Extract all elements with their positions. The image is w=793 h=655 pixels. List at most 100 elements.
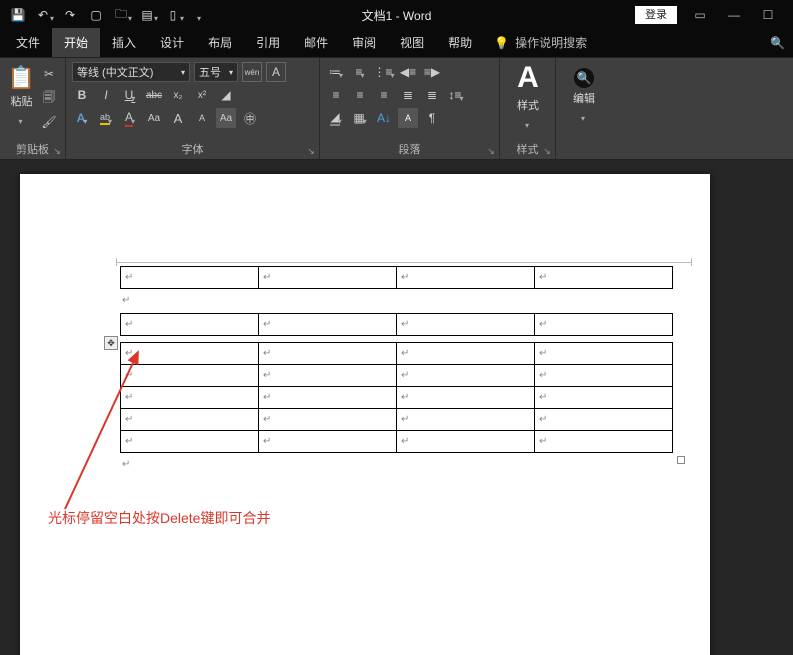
- table-cell[interactable]: ↵: [121, 387, 259, 409]
- ribbon-options-button[interactable]: ▭: [683, 3, 717, 27]
- open-button[interactable]: 🗀▾: [110, 3, 134, 27]
- table-cell[interactable]: ↵: [259, 365, 397, 387]
- show-marks-button[interactable]: ¶: [422, 108, 442, 128]
- char-shading-button[interactable]: Aa: [216, 108, 236, 128]
- redo-button[interactable]: ↷: [58, 3, 82, 27]
- table-row[interactable]: ↵↵↵↵: [121, 365, 673, 387]
- phonetic-guide-button[interactable]: wén: [242, 62, 262, 82]
- table-cell[interactable]: ↵: [535, 343, 673, 365]
- clear-formatting-button[interactable]: ◢: [216, 85, 236, 105]
- copy-button[interactable]: 🗐: [39, 88, 59, 108]
- touch-mode-button[interactable]: ▤▾: [136, 3, 160, 27]
- distribute-button[interactable]: ≣: [422, 85, 442, 105]
- table-cell[interactable]: ↵: [535, 431, 673, 453]
- table-resize-handle[interactable]: [677, 456, 685, 464]
- decrease-indent-button[interactable]: ◀≡: [398, 62, 418, 82]
- table-cell[interactable]: ↵: [397, 387, 535, 409]
- table-cell[interactable]: ↵: [259, 314, 397, 336]
- underline-button[interactable]: U▾: [120, 85, 140, 105]
- font-launcher[interactable]: ↘: [305, 145, 317, 157]
- align-right-button[interactable]: ≡: [374, 85, 394, 105]
- table-cell[interactable]: ↵: [259, 267, 397, 289]
- table-1[interactable]: ↵ ↵ ↵ ↵: [120, 266, 673, 289]
- line-spacing-button[interactable]: ↕≡▾: [446, 85, 466, 105]
- superscript-button[interactable]: x²: [192, 85, 212, 105]
- table-cell[interactable]: ↵: [535, 365, 673, 387]
- tab-help[interactable]: 帮助: [436, 28, 484, 57]
- minimize-button[interactable]: —: [717, 3, 751, 27]
- login-button[interactable]: 登录: [635, 6, 677, 24]
- table-cell[interactable]: ↵: [259, 409, 397, 431]
- change-case-button[interactable]: Aa: [144, 108, 164, 128]
- table-row[interactable]: ↵↵↵↵: [121, 431, 673, 453]
- tab-file[interactable]: 文件: [4, 28, 52, 57]
- shrink-font-button[interactable]: A: [192, 108, 212, 128]
- print-button[interactable]: ▯▾: [162, 3, 186, 27]
- tab-review[interactable]: 审阅: [340, 28, 388, 57]
- table-3[interactable]: ↵↵↵↵ ↵↵↵↵ ↵↵↵↵ ↵↵↵↵ ↵↵↵↵: [120, 342, 673, 453]
- paragraph-mark[interactable]: ↵: [120, 459, 673, 477]
- table-move-handle[interactable]: ✥: [104, 336, 118, 350]
- table-2[interactable]: ↵ ↵ ↵ ↵: [120, 313, 673, 336]
- save-button[interactable]: 💾: [6, 3, 30, 27]
- grow-font-button[interactable]: A: [168, 108, 188, 128]
- maximize-button[interactable]: ☐: [751, 3, 785, 27]
- undo-button[interactable]: ↶▾: [32, 3, 56, 27]
- table-cell[interactable]: ↵: [397, 314, 535, 336]
- table-cell[interactable]: ↵: [121, 431, 259, 453]
- editing-button[interactable]: 🔍 编辑 ▾: [562, 62, 606, 128]
- align-left-button[interactable]: ≡: [326, 85, 346, 105]
- table-cell[interactable]: ↵: [121, 365, 259, 387]
- char-border-button[interactable]: A: [266, 62, 286, 82]
- search-button[interactable]: 🔍: [770, 36, 785, 50]
- table-cell[interactable]: ↵: [121, 314, 259, 336]
- styles-button[interactable]: A 样式 ▾: [506, 62, 550, 128]
- text-effects-button[interactable]: A▾: [72, 108, 92, 128]
- enclose-char-button[interactable]: ㊥: [240, 108, 260, 128]
- page[interactable]: ↵ ↵ ↵ ↵ ↵ ↵ ↵ ↵ ↵ ✥ ↵↵↵↵: [20, 174, 710, 655]
- subscript-button[interactable]: x₂: [168, 85, 188, 105]
- table-row[interactable]: ↵↵↵↵: [121, 387, 673, 409]
- align-center-button[interactable]: ≡: [350, 85, 370, 105]
- shading-button[interactable]: ◢▾: [326, 108, 346, 128]
- increase-indent-button[interactable]: ≡▶: [422, 62, 442, 82]
- table-cell[interactable]: ↵: [397, 343, 535, 365]
- table-cell[interactable]: ↵: [535, 267, 673, 289]
- tab-layout[interactable]: 布局: [196, 28, 244, 57]
- table-cell[interactable]: ↵: [259, 343, 397, 365]
- paste-button[interactable]: 📋 粘贴 ▾: [6, 62, 37, 128]
- table-cell[interactable]: ↵: [121, 343, 259, 365]
- tab-design[interactable]: 设计: [148, 28, 196, 57]
- table-row[interactable]: ↵ ↵ ↵ ↵: [121, 314, 673, 336]
- paragraph-launcher[interactable]: ↘: [485, 145, 497, 157]
- table-cell[interactable]: ↵: [397, 365, 535, 387]
- new-button[interactable]: ▢: [84, 3, 108, 27]
- numbering-button[interactable]: ≡▾: [350, 62, 370, 82]
- table-cell[interactable]: ↵: [259, 387, 397, 409]
- tab-mail[interactable]: 邮件: [292, 28, 340, 57]
- text-direction-button[interactable]: A: [398, 108, 418, 128]
- table-row[interactable]: ↵↵↵↵: [121, 343, 673, 365]
- justify-button[interactable]: ≣: [398, 85, 418, 105]
- tab-references[interactable]: 引用: [244, 28, 292, 57]
- highlight-button[interactable]: ab▾: [96, 108, 116, 128]
- font-color-button[interactable]: A▾: [120, 108, 140, 128]
- table-cell[interactable]: ↵: [397, 409, 535, 431]
- table-cell[interactable]: ↵: [535, 409, 673, 431]
- font-size-select[interactable]: 五号▾: [194, 62, 238, 82]
- paragraph-mark[interactable]: ↵: [120, 295, 673, 313]
- bold-button[interactable]: B: [72, 85, 92, 105]
- clipboard-launcher[interactable]: ↘: [51, 145, 63, 157]
- cut-button[interactable]: ✂: [39, 64, 59, 84]
- table-cell[interactable]: ↵: [259, 431, 397, 453]
- table-cell[interactable]: ↵: [121, 409, 259, 431]
- tell-me[interactable]: 💡操作说明搜索: [484, 28, 597, 57]
- qat-customize[interactable]: ▾: [188, 3, 212, 27]
- sort-button[interactable]: A↓: [374, 108, 394, 128]
- table-cell[interactable]: ↵: [397, 431, 535, 453]
- font-name-select[interactable]: 等线 (中文正文)▾: [72, 62, 190, 82]
- table-cell[interactable]: ↵: [535, 314, 673, 336]
- styles-launcher[interactable]: ↘: [541, 145, 553, 157]
- table-cell[interactable]: ↵: [397, 267, 535, 289]
- italic-button[interactable]: I: [96, 85, 116, 105]
